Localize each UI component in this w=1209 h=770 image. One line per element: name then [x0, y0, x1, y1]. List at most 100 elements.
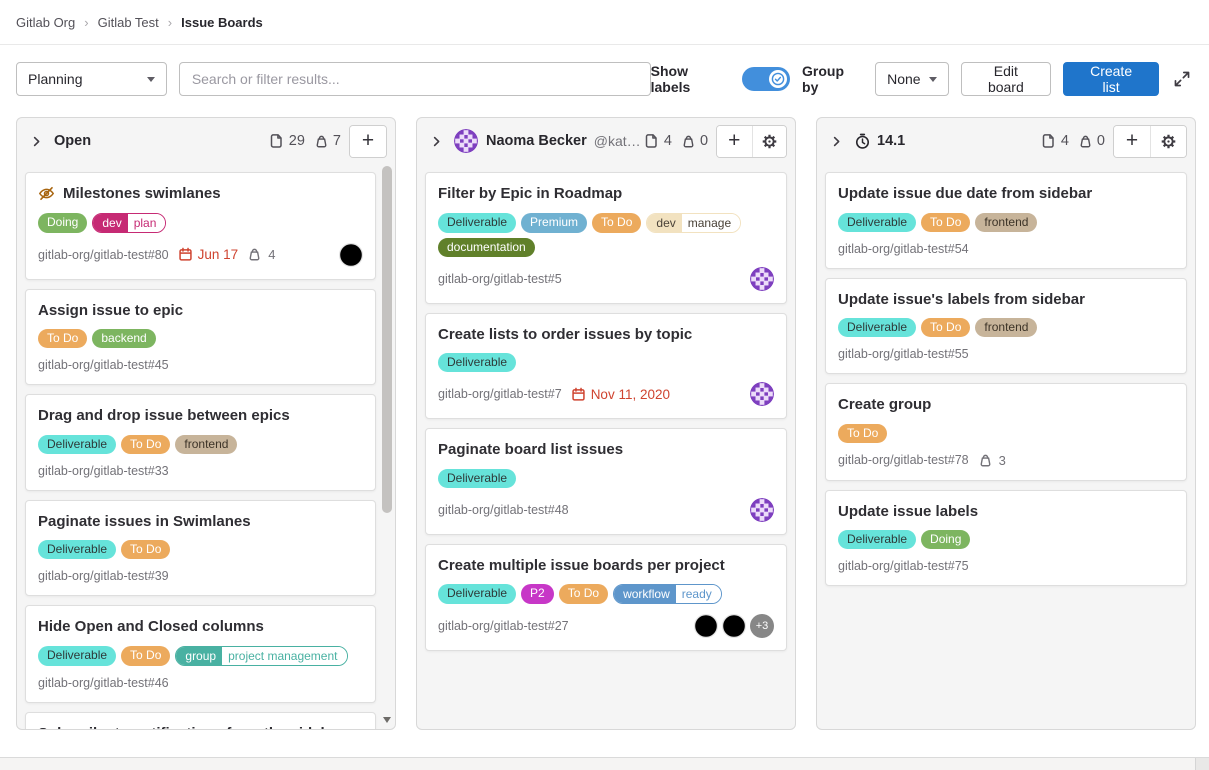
add-issue-button[interactable]: +	[350, 126, 386, 157]
issue-title[interactable]: Update issue labels	[838, 502, 978, 522]
label-pill[interactable]: frontend	[975, 213, 1037, 232]
group-by-dropdown[interactable]: None	[875, 62, 948, 96]
issue-card[interactable]: Assign issue to epicTo Dobackendgitlab-o…	[25, 289, 376, 386]
breadcrumb-group-link[interactable]: Gitlab Org	[16, 15, 75, 30]
collapse-list-button[interactable]	[829, 134, 844, 149]
label-pill[interactable]: Doing	[38, 213, 87, 233]
issue-title[interactable]: Paginate board list issues	[438, 440, 623, 460]
label-pill[interactable]: To Do	[592, 213, 641, 233]
fullscreen-icon[interactable]	[1171, 68, 1193, 90]
issue-title[interactable]: Hide Open and Closed columns	[38, 617, 264, 637]
label-pill[interactable]: To Do	[838, 424, 887, 443]
list-counts: 29 7	[269, 133, 341, 149]
issue-card[interactable]: Drag and drop issue between epics Deliver…	[25, 394, 376, 491]
scrollbar-down-arrow[interactable]	[383, 717, 391, 723]
label-pill[interactable]: To Do	[921, 318, 970, 337]
issues-count: 29	[269, 133, 305, 149]
issue-title[interactable]: Subscribe to notifications from the side…	[38, 724, 344, 730]
chevron-down-icon	[929, 77, 937, 82]
issue-card[interactable]: Hide Open and Closed columns DeliverableT…	[25, 605, 376, 703]
issue-card[interactable]: Paginate board list issuesDeliverablegit…	[425, 428, 787, 535]
issue-title[interactable]: Update issue due date from sidebar	[838, 184, 1092, 204]
label-pill[interactable]: Deliverable	[438, 584, 516, 604]
vertical-scrollbar[interactable]	[381, 166, 393, 726]
label-pill[interactable]: backend	[92, 329, 155, 348]
scoped-label[interactable]: workflow ready	[613, 584, 722, 604]
issue-title[interactable]: Create multiple issue boards per project	[438, 556, 725, 576]
list-header: Open 29 7 +	[17, 118, 395, 164]
list-settings-button[interactable]	[1150, 126, 1186, 157]
list-counts: 4 0	[1041, 133, 1105, 149]
scoped-label[interactable]: dev plan	[92, 213, 166, 233]
label-pill[interactable]: Deliverable	[438, 213, 516, 233]
label-pill[interactable]: To Do	[559, 584, 608, 604]
scrollbar-thumb[interactable]	[382, 166, 392, 513]
issue-card[interactable]: Filter by Epic in Roadmap DeliverablePrem…	[425, 172, 787, 304]
breadcrumb-project-link[interactable]: Gitlab Test	[98, 15, 159, 30]
issue-title[interactable]: Assign issue to epic	[38, 301, 183, 321]
plus-icon: +	[362, 130, 374, 151]
issue-title[interactable]: Paginate issues in Swimlanes	[38, 512, 251, 532]
issue-card[interactable]: Paginate issues in Swimlanes Deliverable T…	[25, 500, 376, 597]
weight-icon	[978, 453, 993, 468]
board-switcher-dropdown[interactable]: Planning	[16, 62, 167, 96]
label-pill[interactable]: P2	[521, 584, 554, 604]
collapse-list-button[interactable]	[29, 134, 44, 149]
label-row: Deliverable To Do frontend	[838, 318, 1174, 337]
issue-card[interactable]: Update issue's labels from sidebar Delive…	[825, 278, 1187, 375]
label-pill[interactable]: Deliverable	[38, 540, 116, 559]
label-pill[interactable]: Deliverable	[838, 530, 916, 549]
issue-title[interactable]: Filter by Epic in Roadmap	[438, 184, 622, 204]
issue-card[interactable]: Update issue due date from sidebar Delive…	[825, 172, 1187, 269]
issue-card[interactable]: Create multiple issue boards per project…	[425, 544, 787, 652]
issue-title[interactable]: Create lists to order issues by topic	[438, 325, 692, 345]
label-pill[interactable]: Deliverable	[438, 469, 516, 488]
issue-card[interactable]: Create group To Do gitlab-org/gitlab-test#…	[825, 383, 1187, 481]
list-header-buttons: +	[716, 125, 787, 158]
scoped-label[interactable]: group project management	[175, 646, 347, 666]
label-pill[interactable]: Deliverable	[838, 318, 916, 337]
label-pill[interactable]: Doing	[921, 530, 970, 549]
label-pill[interactable]: Premium	[521, 213, 587, 233]
show-labels-toggle[interactable]	[742, 67, 790, 91]
create-list-button[interactable]: Create list	[1063, 62, 1159, 96]
label-pill[interactable]: documentation	[438, 238, 535, 257]
label-pill[interactable]: To Do	[38, 329, 87, 348]
issue-title[interactable]: Create group	[838, 395, 931, 415]
label-pill[interactable]: Deliverable	[838, 213, 916, 232]
issues-count-icon	[269, 133, 285, 149]
issue-card[interactable]: Milestones swimlanesDoing dev plangitlab…	[25, 172, 376, 280]
issue-card-title-row: Create multiple issue boards per project	[438, 556, 774, 576]
label-pill[interactable]: To Do	[121, 435, 170, 454]
horizontal-scrollbar[interactable]	[0, 757, 1209, 770]
label-pill[interactable]: To Do	[121, 540, 170, 559]
issue-card[interactable]: Subscribe to notifications from the side…	[25, 712, 376, 730]
card-footer: gitlab-org/gitlab-test#783	[838, 453, 1174, 468]
scoped-label[interactable]: dev manage	[646, 213, 741, 233]
label-pill[interactable]: frontend	[175, 435, 237, 454]
list-settings-button[interactable]	[752, 126, 787, 157]
issue-title[interactable]: Update issue's labels from sidebar	[838, 290, 1085, 310]
search-input[interactable]	[179, 62, 651, 96]
add-issue-button[interactable]: +	[717, 126, 751, 157]
label-pill[interactable]: frontend	[975, 318, 1037, 337]
board: Open 29 7 + Milestones swimlanes Doing dev…	[0, 96, 1209, 730]
list-header: 14.1 4 0 +	[817, 118, 1195, 164]
label-pill[interactable]: Deliverable	[38, 435, 116, 454]
issue-title[interactable]: Drag and drop issue between epics	[38, 406, 290, 426]
label-pill[interactable]: Deliverable	[438, 353, 516, 372]
issue-title[interactable]: Milestones swimlanes	[63, 184, 221, 204]
label-pill[interactable]: Deliverable	[38, 646, 116, 666]
calendar-icon	[178, 247, 193, 262]
label-pill[interactable]: To Do	[121, 646, 170, 666]
edit-board-button[interactable]: Edit board	[961, 62, 1052, 96]
assignee-avatars	[750, 267, 774, 291]
breadcrumb-separator: ›	[84, 15, 88, 30]
weight-icon	[1078, 134, 1093, 149]
more-assignees-badge[interactable]: +3	[750, 614, 774, 638]
collapse-list-button[interactable]	[429, 134, 444, 149]
issue-card[interactable]: Update issue labelsDeliverableDoinggitla…	[825, 490, 1187, 587]
label-pill[interactable]: To Do	[921, 213, 970, 232]
add-issue-button[interactable]: +	[1114, 126, 1150, 157]
issue-card[interactable]: Create lists to order issues by topic Del…	[425, 313, 787, 420]
